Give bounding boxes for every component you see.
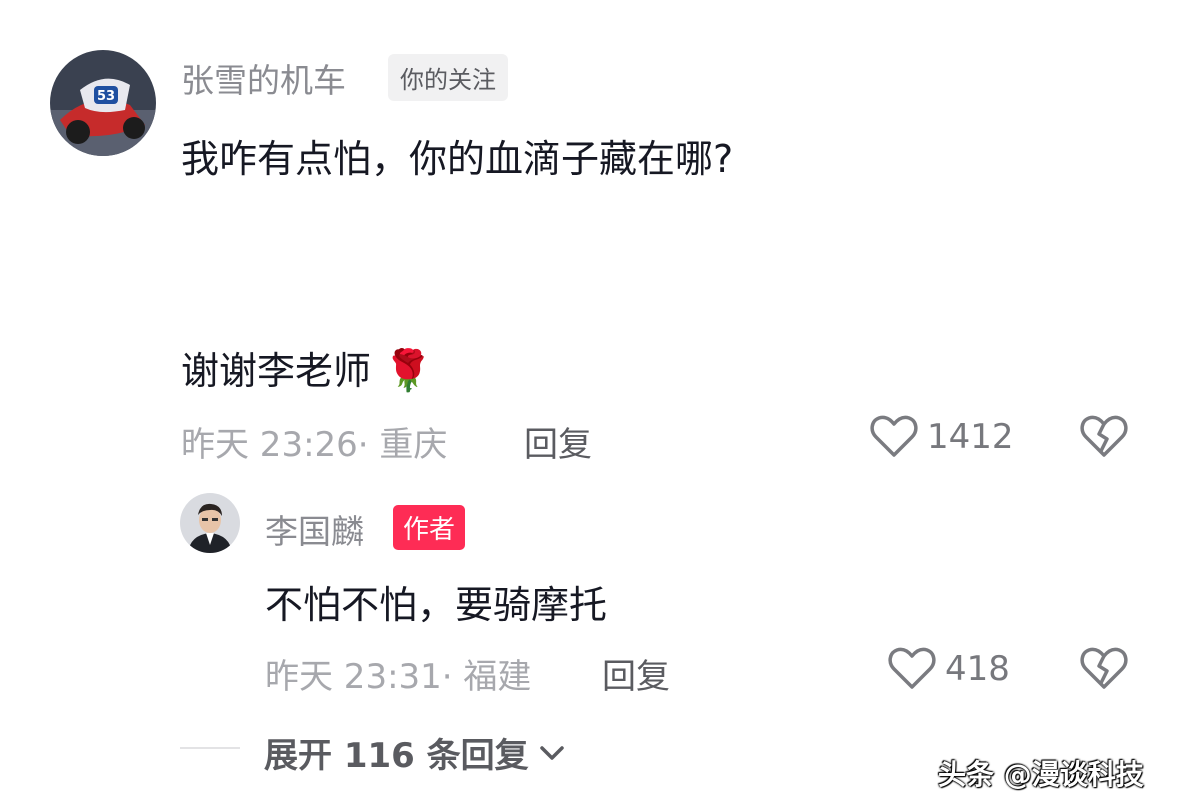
chevron-down-icon bbox=[539, 744, 565, 762]
broken-heart-icon bbox=[1080, 647, 1128, 689]
broken-heart-icon bbox=[1080, 415, 1128, 457]
comment-text-line1: 我咋有点怕，你的血滴子藏在哪? bbox=[181, 137, 734, 181]
comment-like-button[interactable] bbox=[870, 413, 918, 459]
author-username[interactable]: 李国麟 bbox=[265, 505, 364, 553]
comment-meta: 昨天 23:26· 重庆 bbox=[181, 425, 448, 465]
avatar-race-number: 53 bbox=[97, 89, 115, 104]
comment-reply-button[interactable]: 回复 bbox=[524, 417, 592, 466]
reply-reply-button[interactable]: 回复 bbox=[602, 649, 670, 698]
reply-meta: 昨天 23:31· 福建 bbox=[265, 657, 532, 697]
reply-dislike-button[interactable] bbox=[1080, 645, 1128, 691]
author-avatar[interactable] bbox=[180, 493, 240, 553]
heart-outline-icon bbox=[888, 647, 936, 689]
expand-replies-button[interactable]: 展开 116 条回复 bbox=[264, 728, 565, 777]
expand-replies-label: 展开 116 条回复 bbox=[264, 736, 529, 776]
reply-text: 不怕不怕，要骑摩托 bbox=[265, 583, 608, 627]
follow-badge: 你的关注 bbox=[388, 54, 508, 101]
heart-outline-icon bbox=[870, 415, 918, 457]
commenter-username[interactable]: 张雪的机车 bbox=[181, 54, 346, 102]
comment-text-line2: 谢谢李老师 🌹 bbox=[181, 340, 433, 395]
commenter-avatar[interactable]: 53 bbox=[50, 50, 156, 156]
rose-emoji: 🌹 bbox=[383, 348, 433, 394]
author-badge: 作者 bbox=[393, 505, 466, 550]
comment-dislike-button[interactable] bbox=[1080, 413, 1128, 459]
expand-divider bbox=[180, 747, 240, 749]
reply-like-count: 418 bbox=[945, 649, 1010, 689]
watermark: 头条 @漫谈科技 bbox=[938, 758, 1144, 791]
comment-text-line2-label: 谢谢李老师 bbox=[181, 349, 372, 393]
reply-like-button[interactable] bbox=[888, 645, 936, 691]
comment-like-count: 1412 bbox=[927, 417, 1014, 457]
